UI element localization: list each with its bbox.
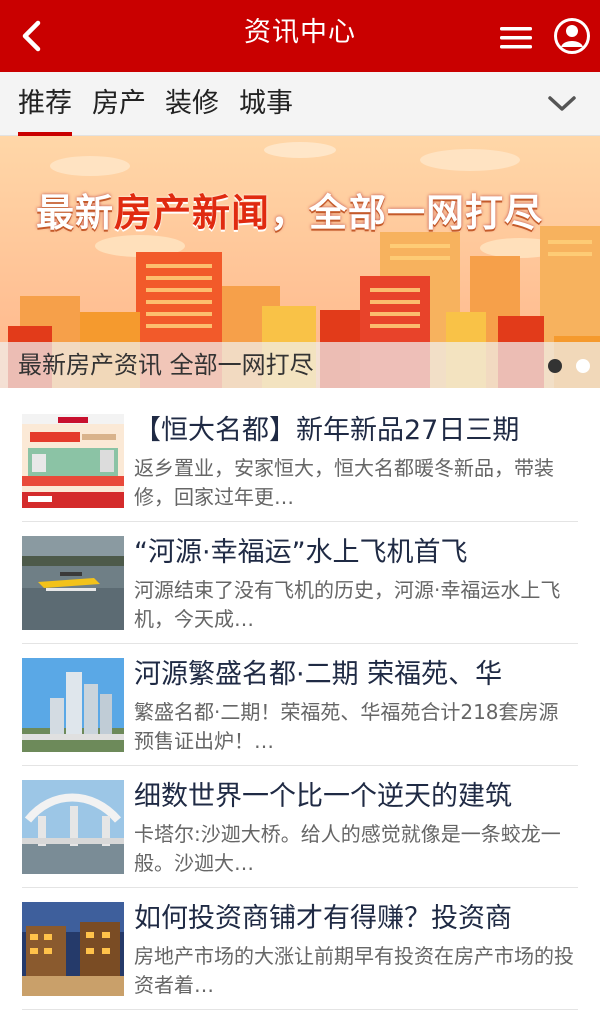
- news-summary: 卡塔尔:沙迦大桥。给人的感觉就像是一条蛟龙一般。沙迦大…: [134, 822, 561, 875]
- banner-headline: 最新房产新闻，全部一网打尽: [36, 182, 543, 237]
- promo-banner[interactable]: 最新房产新闻，全部一网打尽 最新房产资讯 全部一网打尽: [0, 136, 600, 388]
- user-icon: [554, 18, 590, 54]
- menu-button[interactable]: [496, 18, 536, 58]
- news-thumbnail: [22, 414, 124, 508]
- carousel-indicators: [548, 359, 590, 373]
- news-thumbnail: [22, 536, 124, 630]
- list-item[interactable]: 如何投资商铺才有得赚？投资商 房地产市场的大涨让前期早有投资在房产市场的投资者着…: [22, 888, 578, 1010]
- hamburger-menu-icon: [500, 27, 532, 49]
- headline-highlight: 房产新闻: [114, 190, 271, 235]
- news-thumbnail: [22, 902, 124, 996]
- news-title: 细数世界一个比一个逆天的建筑: [134, 781, 512, 812]
- carousel-dot[interactable]: [548, 359, 562, 373]
- chevron-down-icon: [548, 96, 576, 111]
- list-item[interactable]: 细数世界一个比一个逆天的建筑 卡塔尔:沙迦大桥。给人的感觉就像是一条蛟龙一般。沙…: [22, 766, 578, 888]
- news-title: 河源繁盛名都·二期 荣福苑、华: [134, 659, 503, 690]
- news-summary: 房地产市场的大涨让前期早有投资在房产市场的投资者着…: [134, 944, 574, 997]
- news-summary: 繁盛名都·二期！荣福苑、华福苑合计218套房源预售证出炉！…: [134, 700, 559, 753]
- tab-real-estate[interactable]: 房产: [92, 84, 146, 124]
- headline-part-2: ，全部一网打尽: [270, 190, 544, 235]
- news-thumbnail: [22, 658, 124, 752]
- list-item[interactable]: 河源繁盛名都·二期 荣福苑、华 繁盛名都·二期！荣福苑、华福苑合计218套房源预…: [22, 644, 578, 766]
- banner-caption: 最新房产资讯 全部一网打尽: [18, 351, 314, 379]
- carousel-dot[interactable]: [576, 359, 590, 373]
- news-summary: 返乡置业，安家恒大，恒大名都暖冬新品，带装修，回家过年更…: [134, 456, 554, 509]
- expand-tabs-button[interactable]: [538, 84, 586, 124]
- list-item[interactable]: “河源·幸福运”水上飞机首飞 河源结束了没有飞机的历史，河源·幸福运水上飞机，今…: [22, 522, 578, 644]
- app-header: 资讯中心: [0, 0, 600, 72]
- news-title: “河源·幸福运”水上飞机首飞: [134, 537, 468, 568]
- headline-part-1: 最新: [36, 190, 115, 235]
- list-item[interactable]: 【恒大名都】新年新品27日三期 返乡置业，安家恒大，恒大名都暖冬新品，带装修，回…: [22, 400, 578, 522]
- news-summary: 河源结束了没有飞机的历史，河源·幸福运水上飞机，今天成…: [134, 578, 561, 631]
- tab-recommend[interactable]: 推荐: [18, 84, 72, 136]
- news-thumbnail: [22, 780, 124, 874]
- news-title: 【恒大名都】新年新品27日三期: [134, 415, 520, 446]
- category-tabs: 推荐 房产 装修 城事: [0, 72, 600, 136]
- tab-decoration[interactable]: 装修: [165, 84, 219, 124]
- news-title: 如何投资商铺才有得赚？投资商: [134, 903, 512, 934]
- user-button[interactable]: [550, 14, 594, 58]
- tab-city-affairs[interactable]: 城事: [239, 84, 293, 124]
